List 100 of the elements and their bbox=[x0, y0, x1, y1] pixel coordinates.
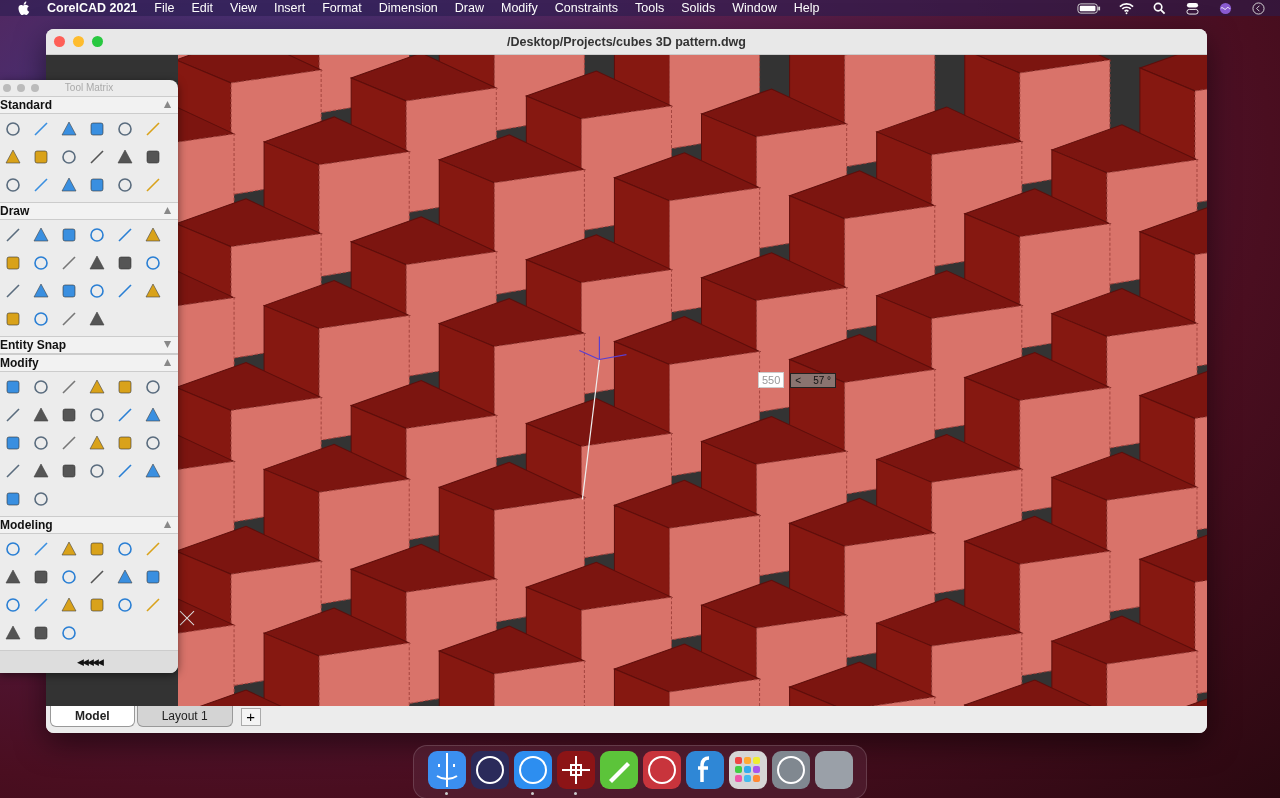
tool-icon[interactable] bbox=[116, 405, 134, 424]
tool-icon[interactable] bbox=[60, 539, 78, 558]
tool-icon[interactable] bbox=[60, 147, 78, 166]
collapse-arrow-icon[interactable] bbox=[163, 358, 172, 368]
tool-icon[interactable] bbox=[4, 225, 22, 244]
tool-icon[interactable] bbox=[60, 377, 78, 396]
tool-icon[interactable] bbox=[116, 433, 134, 452]
tool-icon[interactable] bbox=[4, 175, 22, 194]
tool-icon[interactable] bbox=[60, 567, 78, 586]
letter-f-icon[interactable] bbox=[684, 749, 725, 790]
tool-icon[interactable] bbox=[4, 147, 22, 166]
tool-icon[interactable] bbox=[144, 225, 162, 244]
tool-icon[interactable] bbox=[4, 595, 22, 614]
tool-icon[interactable] bbox=[88, 225, 106, 244]
tool-icon[interactable] bbox=[116, 119, 134, 138]
tool-icon[interactable] bbox=[4, 539, 22, 558]
wifi-icon[interactable] bbox=[1119, 1, 1134, 15]
finder-face-icon[interactable] bbox=[426, 749, 467, 790]
menu-item[interactable]: Tools bbox=[635, 1, 665, 15]
tool-icon[interactable] bbox=[32, 253, 50, 272]
menu-item[interactable]: Format bbox=[322, 1, 362, 15]
tool-icon[interactable] bbox=[60, 623, 78, 642]
tool-icon[interactable] bbox=[32, 405, 50, 424]
tool-icon[interactable] bbox=[88, 377, 106, 396]
tool-icon[interactable] bbox=[60, 309, 78, 328]
tool-icon[interactable] bbox=[88, 433, 106, 452]
tool-icon[interactable] bbox=[88, 309, 106, 328]
tool-icon[interactable] bbox=[4, 377, 22, 396]
tool-icon[interactable] bbox=[116, 461, 134, 480]
menu-item[interactable]: Window bbox=[732, 1, 777, 15]
tool-icon[interactable] bbox=[4, 461, 22, 480]
tool-icon[interactable] bbox=[144, 253, 162, 272]
layout-tab[interactable]: Model bbox=[50, 706, 135, 727]
tool-icon[interactable] bbox=[4, 405, 22, 424]
tool-icon[interactable] bbox=[144, 567, 162, 586]
menu-item[interactable]: File bbox=[154, 1, 175, 15]
layout-tab[interactable]: Layout 1 bbox=[136, 706, 233, 727]
tool-icon[interactable] bbox=[4, 281, 22, 300]
tool-icon[interactable] bbox=[60, 281, 78, 300]
tool-icon[interactable] bbox=[32, 147, 50, 166]
menu-item[interactable]: View bbox=[230, 1, 257, 15]
pencil-icon[interactable] bbox=[598, 749, 639, 790]
toggle-switches-icon[interactable] bbox=[1185, 1, 1200, 15]
tool-icon[interactable] bbox=[32, 567, 50, 586]
tool-icon[interactable] bbox=[4, 623, 22, 642]
tool-icon[interactable] bbox=[88, 147, 106, 166]
menu-item[interactable]: Constraints bbox=[554, 1, 619, 15]
tool-icon[interactable] bbox=[144, 281, 162, 300]
tool-icon[interactable] bbox=[88, 539, 106, 558]
tool-icon[interactable] bbox=[60, 433, 78, 452]
tool-icon[interactable] bbox=[60, 405, 78, 424]
tool-icon[interactable] bbox=[116, 281, 134, 300]
add-tab-button[interactable]: + bbox=[240, 708, 261, 726]
tool-icon[interactable] bbox=[144, 433, 162, 452]
tool-icon[interactable] bbox=[4, 433, 22, 452]
app-menu[interactable]: CorelCAD 2021 bbox=[47, 1, 138, 15]
tool-icon[interactable] bbox=[32, 461, 50, 480]
menu-item[interactable]: Modify bbox=[501, 1, 538, 15]
menu-item[interactable]: Edit bbox=[191, 1, 214, 15]
tool-icon[interactable] bbox=[60, 175, 78, 194]
tool-icon[interactable] bbox=[32, 281, 50, 300]
battery-icon[interactable] bbox=[1077, 1, 1101, 15]
tool-icon[interactable] bbox=[88, 405, 106, 424]
tool-icon[interactable] bbox=[116, 147, 134, 166]
menu-item[interactable]: Solids bbox=[681, 1, 716, 15]
tool-icon[interactable] bbox=[144, 377, 162, 396]
menu-item[interactable]: Help bbox=[793, 1, 820, 15]
tool-icon[interactable] bbox=[4, 567, 22, 586]
collapse-arrow-icon[interactable] bbox=[163, 100, 172, 110]
menu-item[interactable]: Draw bbox=[454, 1, 484, 15]
tool-icon[interactable] bbox=[60, 253, 78, 272]
search-icon[interactable] bbox=[1152, 1, 1167, 15]
tool-icon[interactable] bbox=[116, 253, 134, 272]
tool-icon[interactable] bbox=[88, 253, 106, 272]
tool-icon[interactable] bbox=[60, 595, 78, 614]
tool-icon[interactable] bbox=[4, 489, 22, 508]
tool-icon[interactable] bbox=[32, 225, 50, 244]
tool-icon[interactable] bbox=[32, 489, 50, 508]
tool-icon[interactable] bbox=[60, 225, 78, 244]
tool-icon[interactable] bbox=[116, 225, 134, 244]
collapse-arrow-icon[interactable] bbox=[163, 520, 172, 530]
section-header[interactable]: Modeling bbox=[0, 515, 178, 534]
tool-icon[interactable] bbox=[144, 461, 162, 480]
tool-icon[interactable] bbox=[88, 175, 106, 194]
tool-icon[interactable] bbox=[32, 309, 50, 328]
tool-icon[interactable] bbox=[144, 405, 162, 424]
tool-icon[interactable] bbox=[60, 461, 78, 480]
section-header[interactable]: Standard bbox=[0, 95, 178, 114]
crosshair-icon[interactable] bbox=[555, 749, 596, 790]
collapse-panel-button[interactable]: ◀◀◀◀◀ bbox=[0, 649, 178, 673]
tool-icon[interactable] bbox=[4, 253, 22, 272]
tool-icon[interactable] bbox=[32, 377, 50, 396]
tool-icon[interactable] bbox=[116, 595, 134, 614]
tool-icon[interactable] bbox=[116, 175, 134, 194]
menu-item[interactable]: Insert bbox=[273, 1, 306, 15]
tool-icon[interactable] bbox=[4, 119, 22, 138]
section-header[interactable]: Entity Snap bbox=[0, 335, 178, 354]
tool-icon[interactable] bbox=[88, 461, 106, 480]
tool-icon[interactable] bbox=[116, 539, 134, 558]
tool-icon[interactable] bbox=[116, 567, 134, 586]
